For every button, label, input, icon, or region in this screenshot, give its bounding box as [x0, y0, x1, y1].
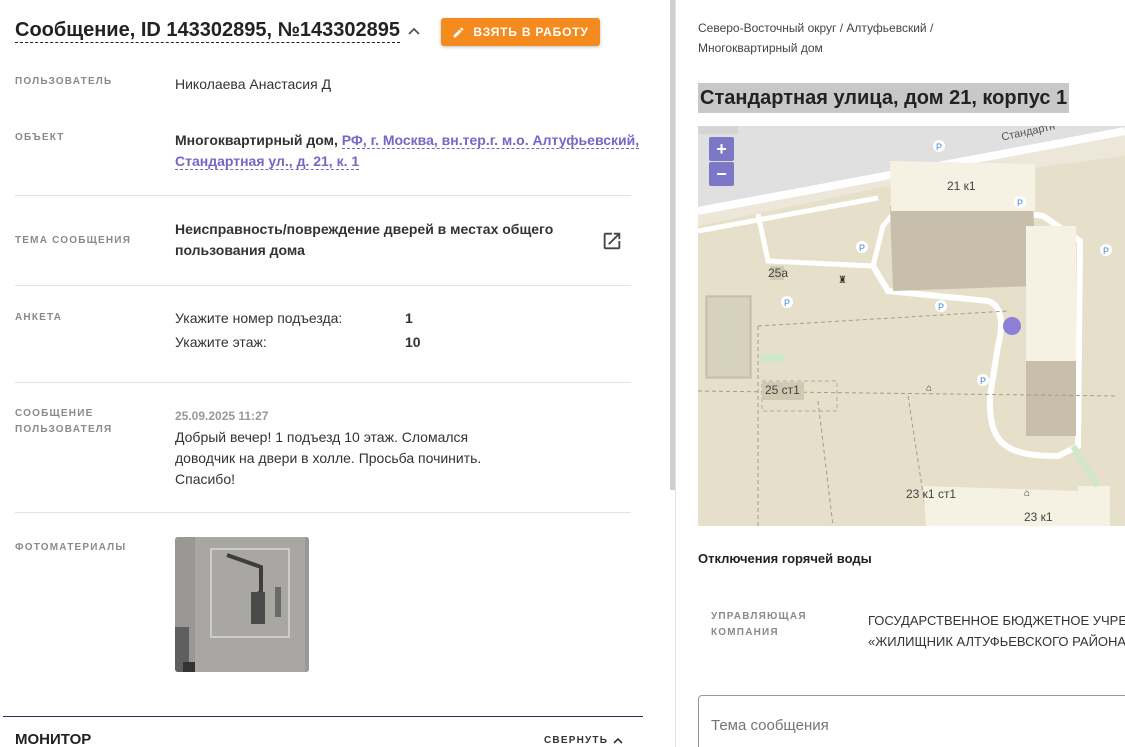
zoom-in-button[interactable]: +	[709, 137, 734, 161]
svg-text:P: P	[1103, 246, 1109, 256]
svg-text:P: P	[1017, 198, 1023, 208]
label-line: СООБЩЕНИЕ	[15, 408, 94, 419]
message-line: Добрый вечер! 1 подъезд 10 этаж. Сломалс…	[175, 429, 469, 445]
survey-label: АНКЕТА	[15, 312, 63, 323]
take-to-work-button[interactable]: ВЗЯТЬ В РАБОТУ	[441, 18, 600, 46]
map-building-label: 21 к1	[947, 179, 976, 193]
svg-text:⌂: ⌂	[1024, 488, 1030, 499]
topic-value: Неисправность/повреждение дверей в места…	[175, 219, 553, 261]
collapse-button[interactable]: СВЕРНУТЬ	[544, 735, 623, 746]
svg-text:P: P	[938, 302, 944, 312]
survey-question: Укажите номер подъезда:	[175, 310, 343, 326]
zoom-out-button[interactable]: −	[709, 162, 734, 186]
message-date: 25.09.2025 11:27	[175, 409, 269, 423]
map[interactable]: P P P P P P P ⌂ ⌂ ♜ + − Стандартн 21 к1 …	[698, 126, 1125, 526]
message-line: доводчик на двери в холле. Просьба почин…	[175, 450, 482, 466]
address-title: Стандартная улица, дом 21, корпус 1	[698, 83, 1070, 113]
topic-input[interactable]	[698, 695, 1125, 747]
collapse-label: СВЕРНУТЬ	[544, 735, 609, 746]
chevron-up-icon	[613, 737, 623, 744]
survey-question: Укажите этаж:	[175, 334, 267, 350]
topic-line: Неисправность/повреждение дверей в места…	[175, 221, 554, 237]
message-line: Спасибо!	[175, 471, 235, 487]
photo-thumbnail[interactable]	[175, 537, 309, 672]
management-label: УПРАВЛЯЮЩАЯ КОМПАНИЯ	[711, 609, 807, 641]
map-building-label: 25а	[768, 266, 789, 280]
zoom-controls: + −	[709, 137, 734, 186]
divider	[15, 512, 631, 513]
object-address-link-2[interactable]: Стандартная ул., д. 21, к. 1	[175, 153, 360, 170]
details-panel: Северо-Восточный округ / Алтуфьевский / …	[676, 0, 1125, 747]
topic-line: пользования дома	[175, 242, 305, 258]
map-building-label: 23 к1	[1024, 510, 1053, 524]
user-value: Николаева Анастасия Д	[175, 76, 332, 92]
map-building-label: 23 к1 ст1	[906, 487, 957, 501]
open-external-icon[interactable]	[601, 230, 623, 252]
breadcrumb-line: Многоквартирный дом	[698, 41, 823, 55]
svg-text:P: P	[936, 142, 942, 152]
survey-answer: 1	[405, 310, 413, 326]
svg-text:P: P	[980, 376, 986, 386]
breadcrumb-line: Северо-Восточный округ / Алтуфьевский /	[698, 21, 934, 35]
management-line: ГОСУДАРСТВЕННОЕ БЮДЖЕТНОЕ УЧРЕ	[868, 613, 1125, 628]
label-line: ПОЛЬЗОВАТЕЛЯ	[15, 424, 113, 435]
object-value: Многоквартирный дом, РФ, г. Москва, вн.т…	[175, 130, 640, 172]
svg-text:♜: ♜	[838, 275, 847, 286]
user-label: ПОЛЬЗОВАТЕЛЬ	[15, 76, 113, 87]
message-title[interactable]: Сообщение, ID 143302895, №143302895	[15, 18, 401, 43]
object-label: ОБЪЕКТ	[15, 132, 65, 143]
breadcrumb: Северо-Восточный округ / Алтуфьевский / …	[698, 18, 998, 58]
map-building-label: 25 ст1	[765, 383, 800, 397]
hot-water-title: Отключения горячей воды	[698, 551, 872, 566]
survey-answer: 10	[405, 334, 421, 350]
user-message-label: СООБЩЕНИЕ ПОЛЬЗОВАТЕЛЯ	[15, 406, 112, 438]
monitor-divider	[3, 716, 643, 717]
pencil-icon	[454, 27, 464, 37]
photos-label: ФОТОМАТЕРИАЛЫ	[15, 542, 127, 553]
chevron-up-icon[interactable]	[408, 23, 420, 38]
user-message: 25.09.2025 11:27 Добрый вечер! 1 подъезд…	[175, 406, 481, 490]
divider	[15, 382, 631, 383]
svg-text:⌂: ⌂	[926, 383, 932, 394]
management-line: «ЖИЛИЩНИК АЛТУФЬЕВСКОГО РАЙОНА	[868, 634, 1125, 649]
svg-text:P: P	[859, 243, 865, 253]
object-address-link-1[interactable]: РФ, г. Москва, вн.тер.г. м.о. Алтуфьевск…	[341, 132, 640, 149]
divider	[15, 195, 631, 196]
svg-text:P: P	[784, 298, 790, 308]
topic-label: ТЕМА СООБЩЕНИЯ	[15, 235, 132, 246]
take-to-work-label: ВЗЯТЬ В РАБОТУ	[473, 25, 589, 39]
label-line: КОМПАНИЯ	[711, 627, 779, 638]
management-value: ГОСУДАРСТВЕННОЕ БЮДЖЕТНОЕ УЧРЕ «ЖИЛИЩНИК…	[868, 610, 1125, 652]
label-line: УПРАВЛЯЮЩАЯ	[711, 611, 807, 622]
divider	[15, 285, 631, 286]
message-panel: Сообщение, ID 143302895, №143302895 ВЗЯТ…	[0, 0, 670, 747]
message-title-row[interactable]: Сообщение, ID 143302895, №143302895	[15, 18, 420, 43]
object-type: Многоквартирный дом,	[175, 132, 338, 148]
survey-values: Укажите номер подъезда: 1 Укажите этаж: 10	[175, 308, 421, 353]
monitor-title: МОНИТОР	[15, 731, 92, 747]
